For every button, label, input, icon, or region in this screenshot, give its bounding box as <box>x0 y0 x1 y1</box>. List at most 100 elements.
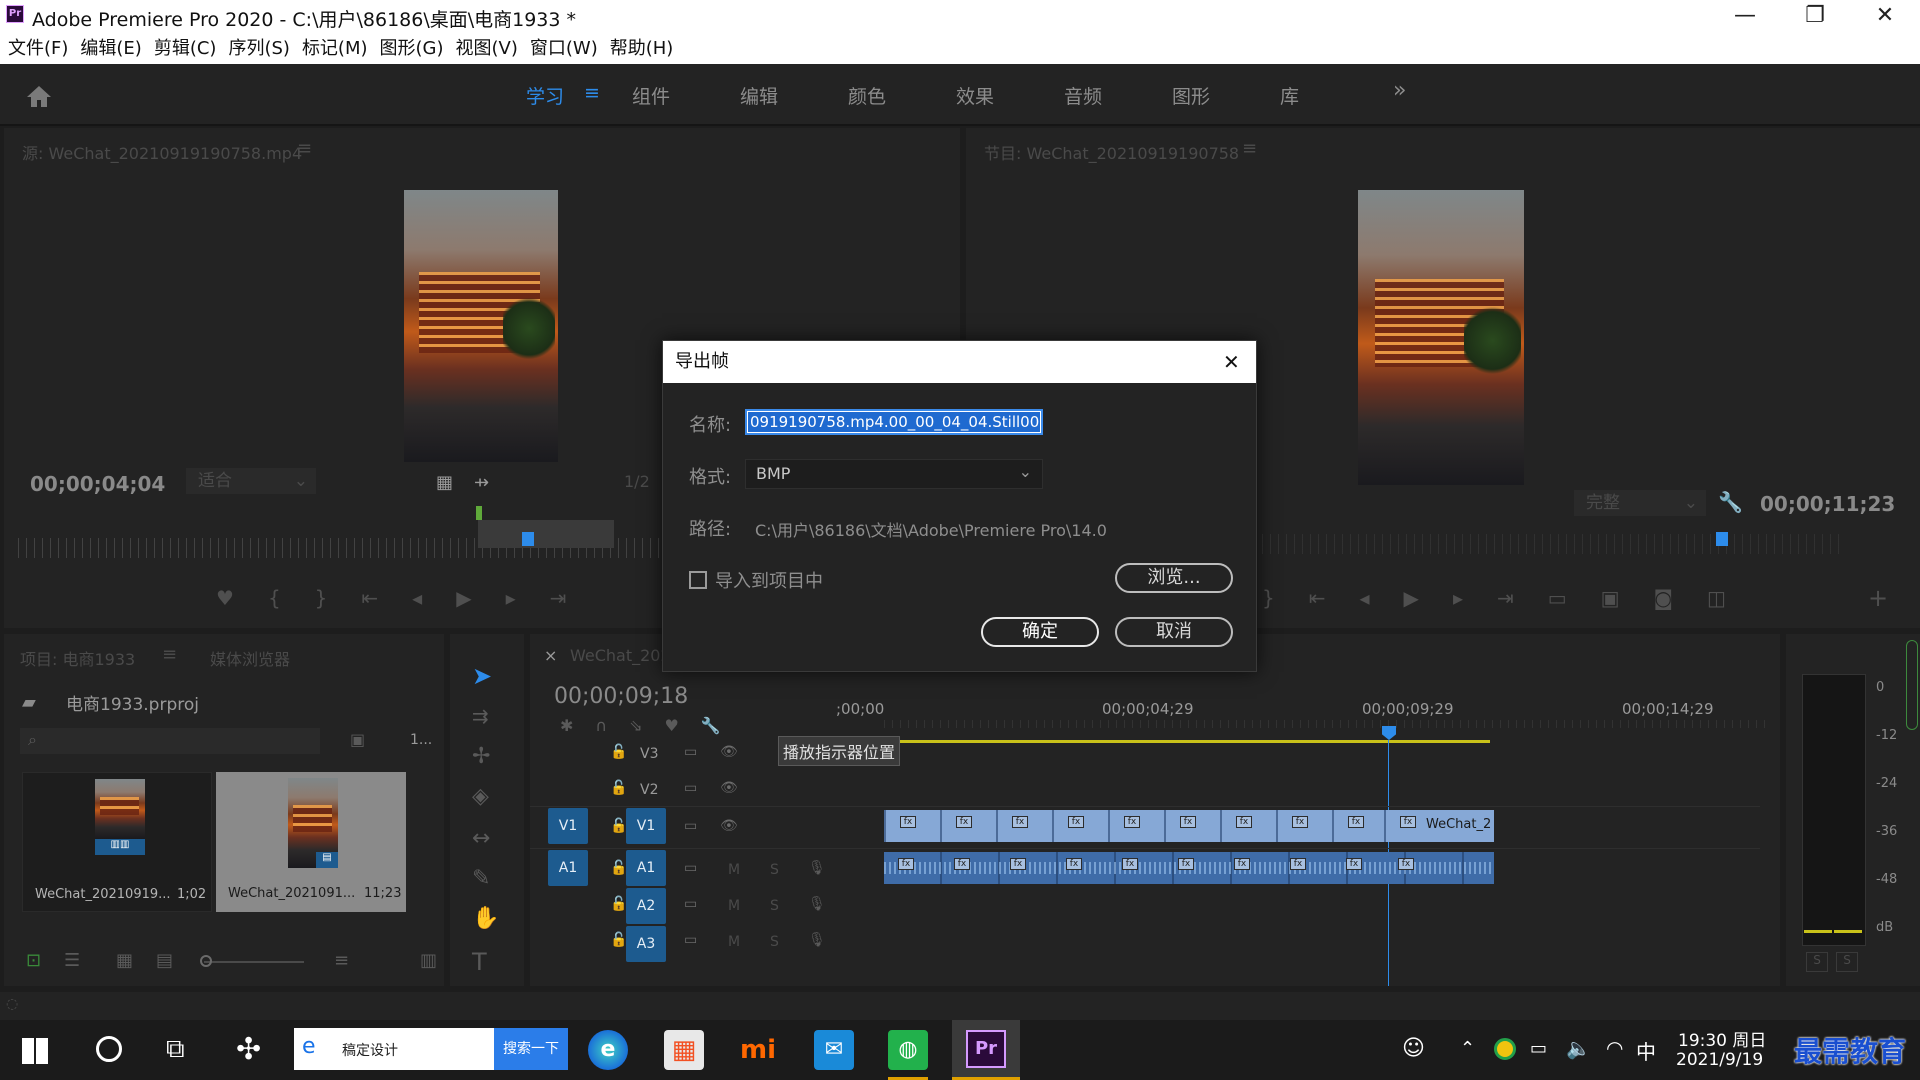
wrench-icon[interactable]: 🔧 <box>1718 490 1743 514</box>
source-timecode[interactable]: 00;00;04;04 <box>30 472 165 496</box>
a3-mute-button[interactable]: M <box>728 934 740 950</box>
menu-edit[interactable]: 编辑(E) <box>74 34 147 64</box>
meter-scrollbar[interactable] <box>1906 640 1918 730</box>
track-select-tool-icon[interactable]: ⇉ <box>472 704 489 728</box>
home-icon[interactable] <box>26 84 52 108</box>
ripple-edit-tool-icon[interactable]: ✢ <box>472 744 490 769</box>
browse-button[interactable]: 浏览... <box>1115 563 1233 593</box>
dialog-close-button[interactable]: ✕ <box>1223 341 1240 383</box>
sequence-tab[interactable]: WeChat_202 <box>570 646 671 665</box>
zoom-slider-handle[interactable] <box>200 955 212 967</box>
menu-clip[interactable]: 剪辑(C) <box>148 34 223 64</box>
program-monitor-title[interactable]: 节目: WeChat_20210919190758 <box>984 140 1239 164</box>
a2-lock-icon[interactable]: 🔓 <box>610 896 627 912</box>
linked-selection-icon[interactable]: ⇘ <box>629 716 664 735</box>
menu-file[interactable]: 文件(F) <box>2 34 74 64</box>
store-icon[interactable]: ▦ <box>664 1030 704 1070</box>
security-tray-icon[interactable] <box>1494 1038 1516 1060</box>
source-panel-menu-icon[interactable]: ≡ <box>297 138 312 159</box>
play-icon[interactable]: ▶ <box>456 586 505 610</box>
a1-mute-button[interactable]: M <box>728 862 740 878</box>
step-back-icon[interactable]: ◂ <box>1360 586 1404 610</box>
task-view-icon[interactable]: ⧉ <box>166 1034 185 1065</box>
video-clip[interactable]: fx <box>884 810 940 842</box>
video-clip[interactable]: fx <box>940 810 996 842</box>
menu-window[interactable]: 窗口(W) <box>524 34 604 64</box>
mark-in-icon[interactable]: { <box>268 586 315 610</box>
menu-graphics[interactable]: 图形(G) <box>374 34 450 64</box>
comparison-view-icon[interactable]: ◫ <box>1707 586 1760 610</box>
timeline-ruler[interactable] <box>884 720 1770 728</box>
drag-audio-icon[interactable]: ⇸ <box>474 472 489 493</box>
project-item-2[interactable]: ▤ WeChat_2021091... 11;23 <box>216 772 406 912</box>
menu-view[interactable]: 视图(V) <box>450 34 524 64</box>
workspace-effects[interactable]: 效果 <box>956 82 994 109</box>
track-a1-label[interactable]: A1 <box>626 850 666 886</box>
nest-icon[interactable]: ✱ <box>560 716 595 735</box>
program-playhead[interactable] <box>1716 532 1728 546</box>
export-frame-camera-icon[interactable]: ◙ <box>1654 586 1707 610</box>
a3-mic-icon[interactable]: 🎙 <box>808 932 826 948</box>
a1-solo-button[interactable]: S <box>770 862 779 878</box>
program-panel-menu-icon[interactable]: ≡ <box>1242 138 1257 159</box>
timeline-timecode[interactable]: 00;00;09;18 <box>554 684 688 709</box>
source-monitor-title[interactable]: 源: WeChat_20210919190758.mp4 <box>22 140 302 164</box>
a3-sync-icon[interactable]: ▭ <box>684 932 697 948</box>
browser-search-box[interactable]: e 稿定设计 <box>294 1028 494 1070</box>
program-timecode[interactable]: 00;00;11;23 <box>1760 492 1895 516</box>
workspace-learn[interactable]: 学习 <box>526 82 564 109</box>
a2-mute-button[interactable]: M <box>728 898 740 914</box>
v3-eye-icon[interactable]: 👁 <box>720 744 738 760</box>
new-item-icon[interactable]: ▥ <box>420 950 437 971</box>
step-forward-icon[interactable]: ▸ <box>506 586 550 610</box>
step-back-icon[interactable]: ◂ <box>412 586 456 610</box>
v1-lock-icon[interactable]: 🔓 <box>610 818 627 834</box>
hand-tool-icon[interactable]: ✋ <box>472 906 499 931</box>
cancel-button[interactable]: 取消 <box>1115 617 1233 647</box>
search-now-button[interactable]: 搜索一下 <box>494 1028 568 1070</box>
clock-date[interactable]: 2021/9/19 <box>1676 1050 1763 1070</box>
source-resolution[interactable]: 1/2 <box>624 472 650 491</box>
source-patch-v1[interactable]: V1 <box>548 808 588 844</box>
project-search-input[interactable]: ⌕ <box>20 728 320 754</box>
ok-button[interactable]: 确定 <box>981 617 1099 647</box>
menu-help[interactable]: 帮助(H) <box>604 34 680 64</box>
a1-mic-icon[interactable]: 🎙 <box>808 860 826 876</box>
mail-icon[interactable]: ✉ <box>814 1030 854 1070</box>
wechat-icon[interactable]: ◍ <box>888 1030 928 1070</box>
video-clip[interactable]: fx <box>1108 810 1164 842</box>
source-in-marker[interactable] <box>476 506 482 520</box>
v1-sync-icon[interactable]: ▭ <box>684 818 697 834</box>
workspace-menu-icon[interactable]: ≡ <box>584 82 600 104</box>
a3-solo-button[interactable]: S <box>770 934 779 950</box>
solo-right-button[interactable]: S <box>1836 952 1858 972</box>
work-area-bar[interactable] <box>910 740 1490 743</box>
tab-media-browser[interactable]: 媒体浏览器 <box>210 646 290 670</box>
razor-tool-icon[interactable]: ◈ <box>472 784 489 809</box>
play-icon[interactable]: ▶ <box>1404 586 1453 610</box>
a3-lock-icon[interactable]: 🔓 <box>610 932 627 948</box>
zoom-slider[interactable] <box>204 961 304 963</box>
workspace-audio[interactable]: 音频 <box>1064 82 1102 109</box>
video-clip-last[interactable]: fx WeChat_2 <box>1384 810 1494 842</box>
a2-solo-button[interactable]: S <box>770 898 779 914</box>
format-dropdown[interactable]: BMP ⌄ <box>745 459 1043 489</box>
a1-sync-icon[interactable]: ▭ <box>684 860 697 876</box>
clock-time[interactable]: 19:30 周日 <box>1678 1026 1766 1051</box>
slip-tool-icon[interactable]: ↔ <box>472 826 490 851</box>
windows-start-icon[interactable] <box>22 1038 48 1064</box>
selection-tool-icon[interactable]: ➤ <box>472 662 492 690</box>
v2-lock-icon[interactable]: 🔓 <box>610 780 627 796</box>
project-panel-menu-icon[interactable]: ≡ <box>162 644 177 665</box>
maximize-button[interactable]: ❐ <box>1780 0 1850 34</box>
source-fit-dropdown[interactable]: 适合 ⌄ <box>186 468 316 494</box>
people-icon[interactable]: ☺ <box>1402 1036 1425 1061</box>
freeform-view-icon[interactable]: ▤ <box>156 950 173 971</box>
timeline-settings-wrench-icon[interactable]: 🔧 <box>701 716 743 735</box>
a1-lock-icon[interactable]: 🔓 <box>610 860 627 876</box>
go-to-in-icon[interactable]: ⇤ <box>361 586 412 610</box>
icon-view-icon[interactable]: ▦ <box>116 950 133 971</box>
workspace-assembly[interactable]: 组件 <box>632 82 670 109</box>
new-bin-icon[interactable]: ▣ <box>350 730 365 749</box>
chevron-up-icon[interactable]: ⌃ <box>1460 1038 1475 1059</box>
